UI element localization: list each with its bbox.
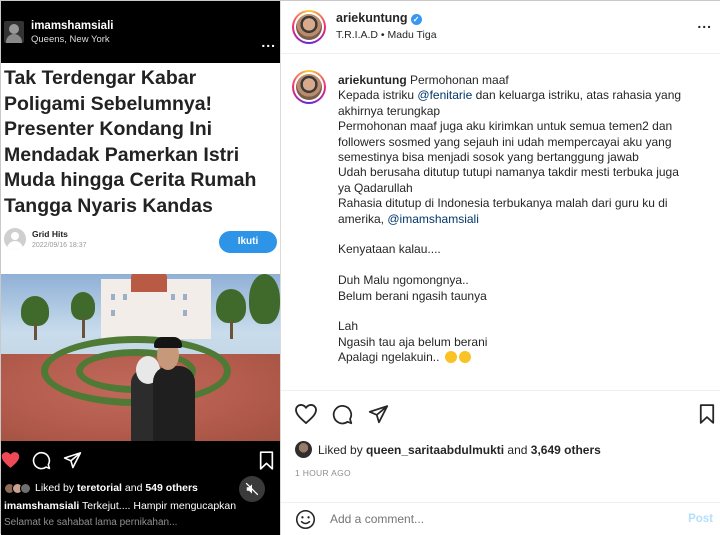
right-post-panel: ariekuntung ✓ T.R.I.A.D • Madu Tiga ... a… bbox=[280, 1, 720, 535]
comment-line: Kepada istriku bbox=[338, 88, 418, 103]
share-icon[interactable] bbox=[368, 404, 389, 424]
comment-line: Permohonan maaf juga aku kirimkan untuk … bbox=[338, 119, 673, 134]
liker-avatar bbox=[295, 441, 312, 458]
comment-body: ariekuntung Permohonan maaf Kepada istri… bbox=[338, 73, 713, 366]
article-date: 2022/09/16 18:37 bbox=[32, 242, 87, 249]
comment-line: akhirnya terungkap bbox=[338, 103, 441, 118]
comment-line: amerika, bbox=[338, 211, 388, 226]
comment-icon[interactable] bbox=[332, 404, 353, 425]
likes-user[interactable]: teretorial bbox=[77, 482, 122, 494]
mute-button[interactable] bbox=[239, 476, 265, 502]
liked-and: and bbox=[504, 442, 531, 457]
comment-username[interactable]: ariekuntung bbox=[338, 73, 407, 87]
comment-avatar[interactable] bbox=[292, 70, 326, 104]
liked-count[interactable]: 3,649 others bbox=[531, 443, 601, 457]
caption-text: Terkejut.... Hampir mengucapkan bbox=[82, 500, 237, 512]
source-avatar-icon bbox=[4, 228, 26, 250]
share-icon[interactable] bbox=[63, 451, 82, 469]
caption-comment: ariekuntung Permohonan maaf Kepada istri… bbox=[281, 55, 720, 391]
comment-line: Belum berani ngasih taunya bbox=[338, 288, 487, 303]
heart-icon[interactable] bbox=[1, 451, 20, 469]
right-post-header: ariekuntung ✓ T.R.I.A.D • Madu Tiga ... bbox=[281, 1, 720, 54]
more-options-icon[interactable]: ... bbox=[261, 34, 276, 50]
follow-button: Ikuti bbox=[219, 231, 277, 253]
more-options-icon[interactable]: ... bbox=[697, 15, 712, 31]
emoji-icon[interactable] bbox=[295, 509, 316, 530]
screenshot-frame: imamshamsiali Queens, New York ... Tak T… bbox=[0, 0, 720, 535]
post-timestamp[interactable]: 1 HOUR AGO bbox=[295, 468, 351, 478]
left-post-location[interactable]: Queens, New York bbox=[31, 34, 113, 45]
comment-icon[interactable] bbox=[32, 451, 51, 470]
caption-username[interactable]: imamshamsiali bbox=[4, 500, 79, 512]
liked-user[interactable]: queen_saritaabdulmukti bbox=[366, 443, 504, 457]
comment-line: dan keluarga istriku, atas rahasia yang bbox=[472, 88, 682, 103]
header-avatar[interactable] bbox=[292, 10, 326, 44]
comment-line: ya Qadarullah bbox=[338, 180, 413, 195]
likes-and: and bbox=[124, 482, 143, 494]
rofl-emoji-icon bbox=[444, 351, 457, 364]
likes-count[interactable]: 549 others bbox=[145, 482, 198, 494]
mute-icon bbox=[245, 482, 259, 496]
post-button[interactable]: Post bbox=[688, 513, 713, 525]
bookmark-icon[interactable] bbox=[259, 451, 274, 470]
source-name: Grid Hits bbox=[32, 229, 68, 239]
liker-avatar bbox=[20, 482, 31, 494]
comment-line: followers sosmed yang sejauh ini udah me… bbox=[338, 134, 672, 149]
couple-photo bbox=[1, 274, 280, 441]
likes-prefix: Liked by bbox=[35, 482, 75, 494]
article-source: Grid Hits 2022/09/16 18:37 bbox=[4, 228, 87, 250]
left-post-avatar[interactable] bbox=[4, 21, 24, 43]
mention-link[interactable]: @imamshamsiali bbox=[387, 212, 479, 226]
comment-line: Apalagi ngelakuin.. bbox=[338, 350, 440, 365]
left-post-actions bbox=[1, 447, 280, 475]
add-comment-input[interactable] bbox=[330, 512, 630, 526]
comment-line: Lah bbox=[338, 319, 359, 334]
add-comment-bar: Post bbox=[281, 502, 720, 535]
comment-line: Duh Malu ngomongnya.. bbox=[338, 273, 469, 288]
grin-emoji-icon bbox=[458, 351, 471, 364]
comment-line: Permohonan maaf bbox=[406, 73, 509, 87]
comment-line: Kenyataan kalau.... bbox=[338, 242, 441, 257]
likes-summary[interactable]: Liked by queen_saritaabdulmukti and 3,64… bbox=[295, 441, 601, 458]
header-subtitle[interactable]: T.R.I.A.D • Madu Tiga bbox=[336, 29, 437, 41]
liked-prefix: Liked by bbox=[318, 442, 367, 457]
heart-icon[interactable] bbox=[295, 404, 317, 424]
bookmark-icon[interactable] bbox=[699, 404, 715, 424]
header-username[interactable]: ariekuntung bbox=[336, 11, 408, 25]
comment-line: semestinya bisa menjadi sosok yang berta… bbox=[338, 150, 639, 165]
left-post-username[interactable]: imamshamsiali bbox=[31, 20, 113, 32]
comment-line: Udah berusaha ditutup tutupi namanya tak… bbox=[338, 165, 679, 180]
left-post-header: imamshamsiali Queens, New York ... bbox=[1, 1, 280, 63]
article-title: Tak Terdengar Kabar Poligami Sebelumnya!… bbox=[4, 67, 257, 217]
left-post-panel: imamshamsiali Queens, New York ... Tak T… bbox=[1, 1, 280, 535]
left-post-caption: imamshamsiali Terkejut.... Hampir menguc… bbox=[4, 500, 280, 512]
mention-link[interactable]: @fenitarie bbox=[417, 88, 472, 102]
right-post-actions bbox=[281, 390, 720, 438]
comment-line: Rahasia ditutup di Indonesia terbukanya … bbox=[338, 196, 668, 211]
caption-continuation: Selamat ke sahabat lama pernikahan... bbox=[4, 517, 178, 527]
article-screenshot[interactable]: Tak Terdengar Kabar Poligami Sebelumnya!… bbox=[1, 63, 280, 441]
verified-icon: ✓ bbox=[410, 14, 422, 25]
comment-line: Ngasih tau aja belum berani bbox=[338, 334, 488, 349]
